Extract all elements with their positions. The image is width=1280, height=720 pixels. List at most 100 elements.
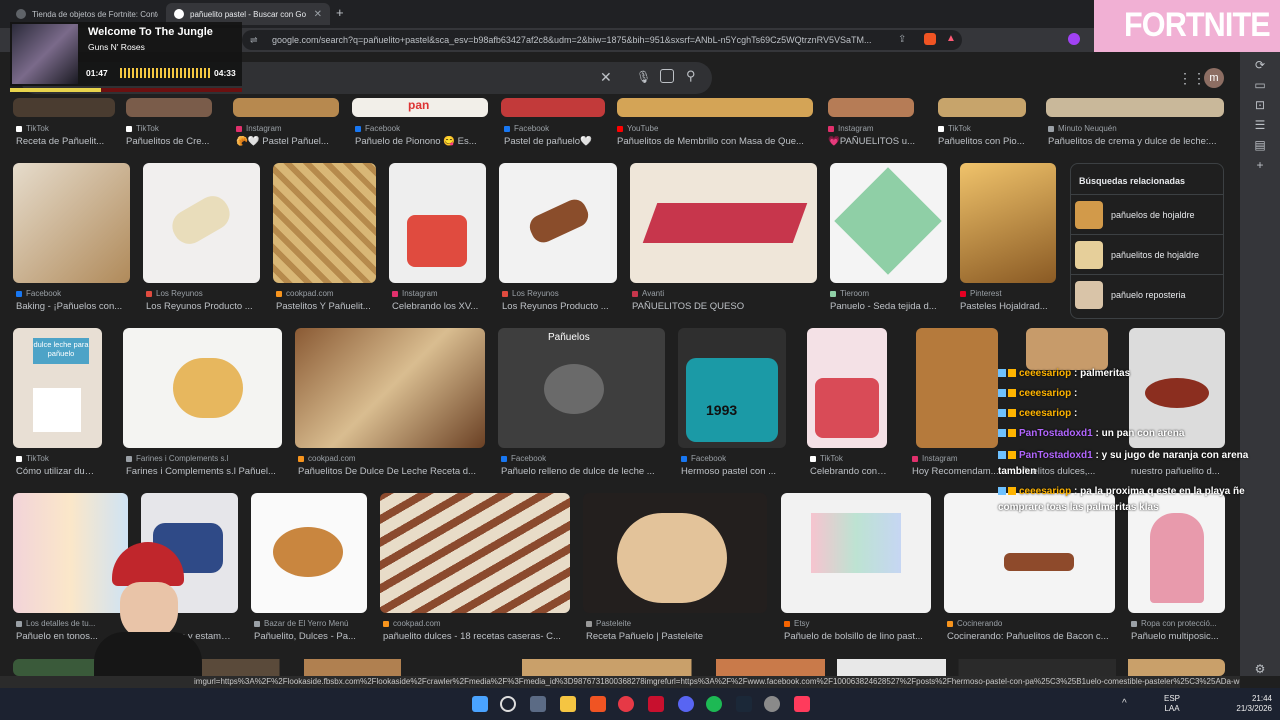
result-title[interactable]: Pastelitos Y Pañuelit... [276, 301, 372, 312]
result-title[interactable]: Pañuelo de Pionono 😋 Es... [355, 136, 495, 147]
result-title[interactable]: Hoy Recomendam... [912, 466, 1004, 477]
start-menu-icon[interactable] [472, 696, 488, 712]
sidebar-wallet-icon[interactable]: ▭ [1253, 78, 1267, 92]
image-result[interactable] [583, 493, 767, 613]
image-result[interactable] [380, 493, 570, 613]
spotify-icon[interactable] [706, 696, 722, 712]
image-result[interactable] [251, 493, 367, 613]
clear-search-icon[interactable]: ✕ [600, 69, 612, 86]
result-title[interactable]: Pañuelo multiposic... [1131, 631, 1225, 642]
image-result[interactable] [1026, 328, 1108, 370]
new-tab-button[interactable]: + [336, 5, 344, 20]
image-result[interactable] [501, 98, 605, 117]
result-title[interactable]: PAÑUELITOS DE QUESO [632, 301, 812, 312]
result-title[interactable]: Los Reyunos Producto ... [502, 301, 614, 312]
related-search-item[interactable]: pañuelos de hojaldre [1071, 194, 1223, 234]
search-icon[interactable]: ⚲ [686, 68, 696, 84]
close-tab-icon[interactable]: ✕ [308, 9, 322, 20]
image-result[interactable] [126, 98, 212, 117]
account-avatar[interactable]: m [1204, 68, 1224, 88]
image-result[interactable] [828, 98, 914, 117]
image-result[interactable] [807, 328, 887, 448]
image-result[interactable] [1046, 98, 1224, 117]
image-result[interactable]: dulce leche para pañuelo [13, 328, 102, 448]
file-explorer-icon[interactable] [560, 696, 576, 712]
share-icon[interactable]: ⇪ [898, 34, 906, 45]
sidebar-reading-icon[interactable]: ▤ [1253, 138, 1267, 152]
image-result[interactable] [123, 328, 282, 448]
result-title[interactable]: Panuelo - Seda tejida d... [830, 301, 942, 312]
tray-chevron-icon[interactable]: ^ [1122, 698, 1127, 709]
sidebar-add-icon[interactable]: + [1253, 158, 1267, 172]
result-title[interactable]: Pañuelo relleno de dulce de leche ... [501, 466, 659, 477]
result-title[interactable]: Farines i Complements s.l Pañuel... [126, 466, 276, 477]
media-player-icon[interactable] [618, 696, 634, 712]
image-result[interactable] [13, 163, 130, 283]
result-title[interactable]: 🥐🤍 Pastel Pañuel... [236, 136, 346, 147]
image-result[interactable] [389, 163, 486, 283]
app-icon[interactable] [648, 696, 664, 712]
related-search-item[interactable]: pañuelitos de hojaldre [1071, 234, 1223, 274]
result-title[interactable]: Los Reyunos Producto ... [146, 301, 256, 312]
image-result[interactable] [617, 98, 813, 117]
result-title[interactable]: Pañuelitos de crema y dulce de leche:... [1048, 136, 1226, 147]
image-result[interactable] [273, 163, 376, 283]
result-title[interactable]: Pañuelo de bolsillo de lino past... [784, 631, 924, 642]
extension-icon[interactable] [1068, 33, 1080, 45]
brave-browser-icon[interactable] [590, 696, 606, 712]
result-title[interactable]: Pañuelitos de Membrillo con Masa de Que.… [617, 136, 813, 147]
result-title[interactable]: Cómo utilizar dulce... [16, 466, 96, 477]
sidebar-bookmark-icon[interactable]: ⊡ [1253, 98, 1267, 112]
result-title[interactable]: Celebrando con pa... [810, 466, 888, 477]
steam-icon[interactable] [736, 696, 752, 712]
result-title[interactable]: Receta de Pañuelit... [16, 136, 116, 147]
lens-search-icon[interactable] [660, 69, 674, 83]
result-title[interactable]: Pañuelito, Dulces - Pa... [254, 631, 364, 642]
result-source: Etsy [784, 619, 924, 628]
image-result[interactable] [295, 328, 485, 448]
result-title[interactable]: pañuelito dulces - 18 recetas caseras- C… [383, 631, 567, 642]
result-title[interactable]: Pasteles Hojaldrad... [960, 301, 1052, 312]
voice-search-icon[interactable]: 🎙 [636, 70, 651, 84]
taskbar-search-icon[interactable] [500, 696, 516, 712]
result-title[interactable]: Hermoso pastel con ... [681, 466, 781, 477]
image-result[interactable] [143, 163, 260, 283]
result-title[interactable]: Receta Pañuelo | Pasteleite [586, 631, 762, 642]
image-result[interactable] [13, 98, 115, 117]
image-result[interactable]: 1993 [678, 328, 786, 448]
image-result[interactable] [499, 163, 617, 283]
sidebar-settings-icon[interactable]: ⚙ [1253, 662, 1267, 676]
result-title[interactable]: Pañuelitos con Pio... [938, 136, 1038, 147]
image-result[interactable] [781, 493, 931, 613]
image-result[interactable] [233, 98, 339, 117]
site-info-icon[interactable]: ⇌ [250, 35, 258, 46]
sidebar-list-icon[interactable]: ☰ [1253, 118, 1267, 132]
result-title[interactable]: Pañuelitos de Cre... [126, 136, 226, 147]
result-title[interactable]: 💗PAÑUELITOS u... [828, 136, 924, 147]
obs-icon[interactable] [764, 696, 780, 712]
sidebar-ai-icon[interactable]: ⟳ [1253, 58, 1267, 72]
result-title[interactable]: Baking - ¡Pañuelos con... [16, 301, 126, 312]
image-result[interactable] [960, 163, 1056, 283]
clock[interactable]: 21:44 21/3/2026 [1224, 694, 1272, 714]
discord-icon[interactable] [678, 696, 694, 712]
task-view-icon[interactable] [530, 696, 546, 712]
input-language[interactable]: ESP LAA [1164, 694, 1180, 714]
apps-grid-icon[interactable]: ⋮⋮ [1178, 70, 1206, 87]
image-result[interactable] [916, 328, 998, 448]
app-icon[interactable] [794, 696, 810, 712]
brave-rewards-icon[interactable]: ▲ [946, 33, 956, 44]
address-bar[interactable]: google.com/search?q=pañuelito+pastel&sca… [242, 30, 962, 50]
image-result[interactable] [938, 98, 1026, 117]
image-result[interactable]: pan [352, 98, 488, 117]
result-source: Los Reyunos [146, 289, 256, 298]
result-title[interactable]: Pañuelitos De Dulce De Leche Receta d... [298, 466, 478, 477]
result-title[interactable]: Celebrando los XV... [392, 301, 484, 312]
image-result[interactable]: Pañuelos [498, 328, 665, 448]
brave-shields-icon[interactable] [924, 33, 936, 45]
related-search-item[interactable]: pañuelo reposteria [1071, 274, 1223, 314]
result-title[interactable]: Pastel de pañuelo🤍 [504, 136, 609, 147]
result-title[interactable]: Cocinerando: Pañuelitos de Bacon c... [947, 631, 1113, 642]
image-result[interactable] [630, 163, 817, 283]
image-result[interactable] [830, 163, 947, 283]
